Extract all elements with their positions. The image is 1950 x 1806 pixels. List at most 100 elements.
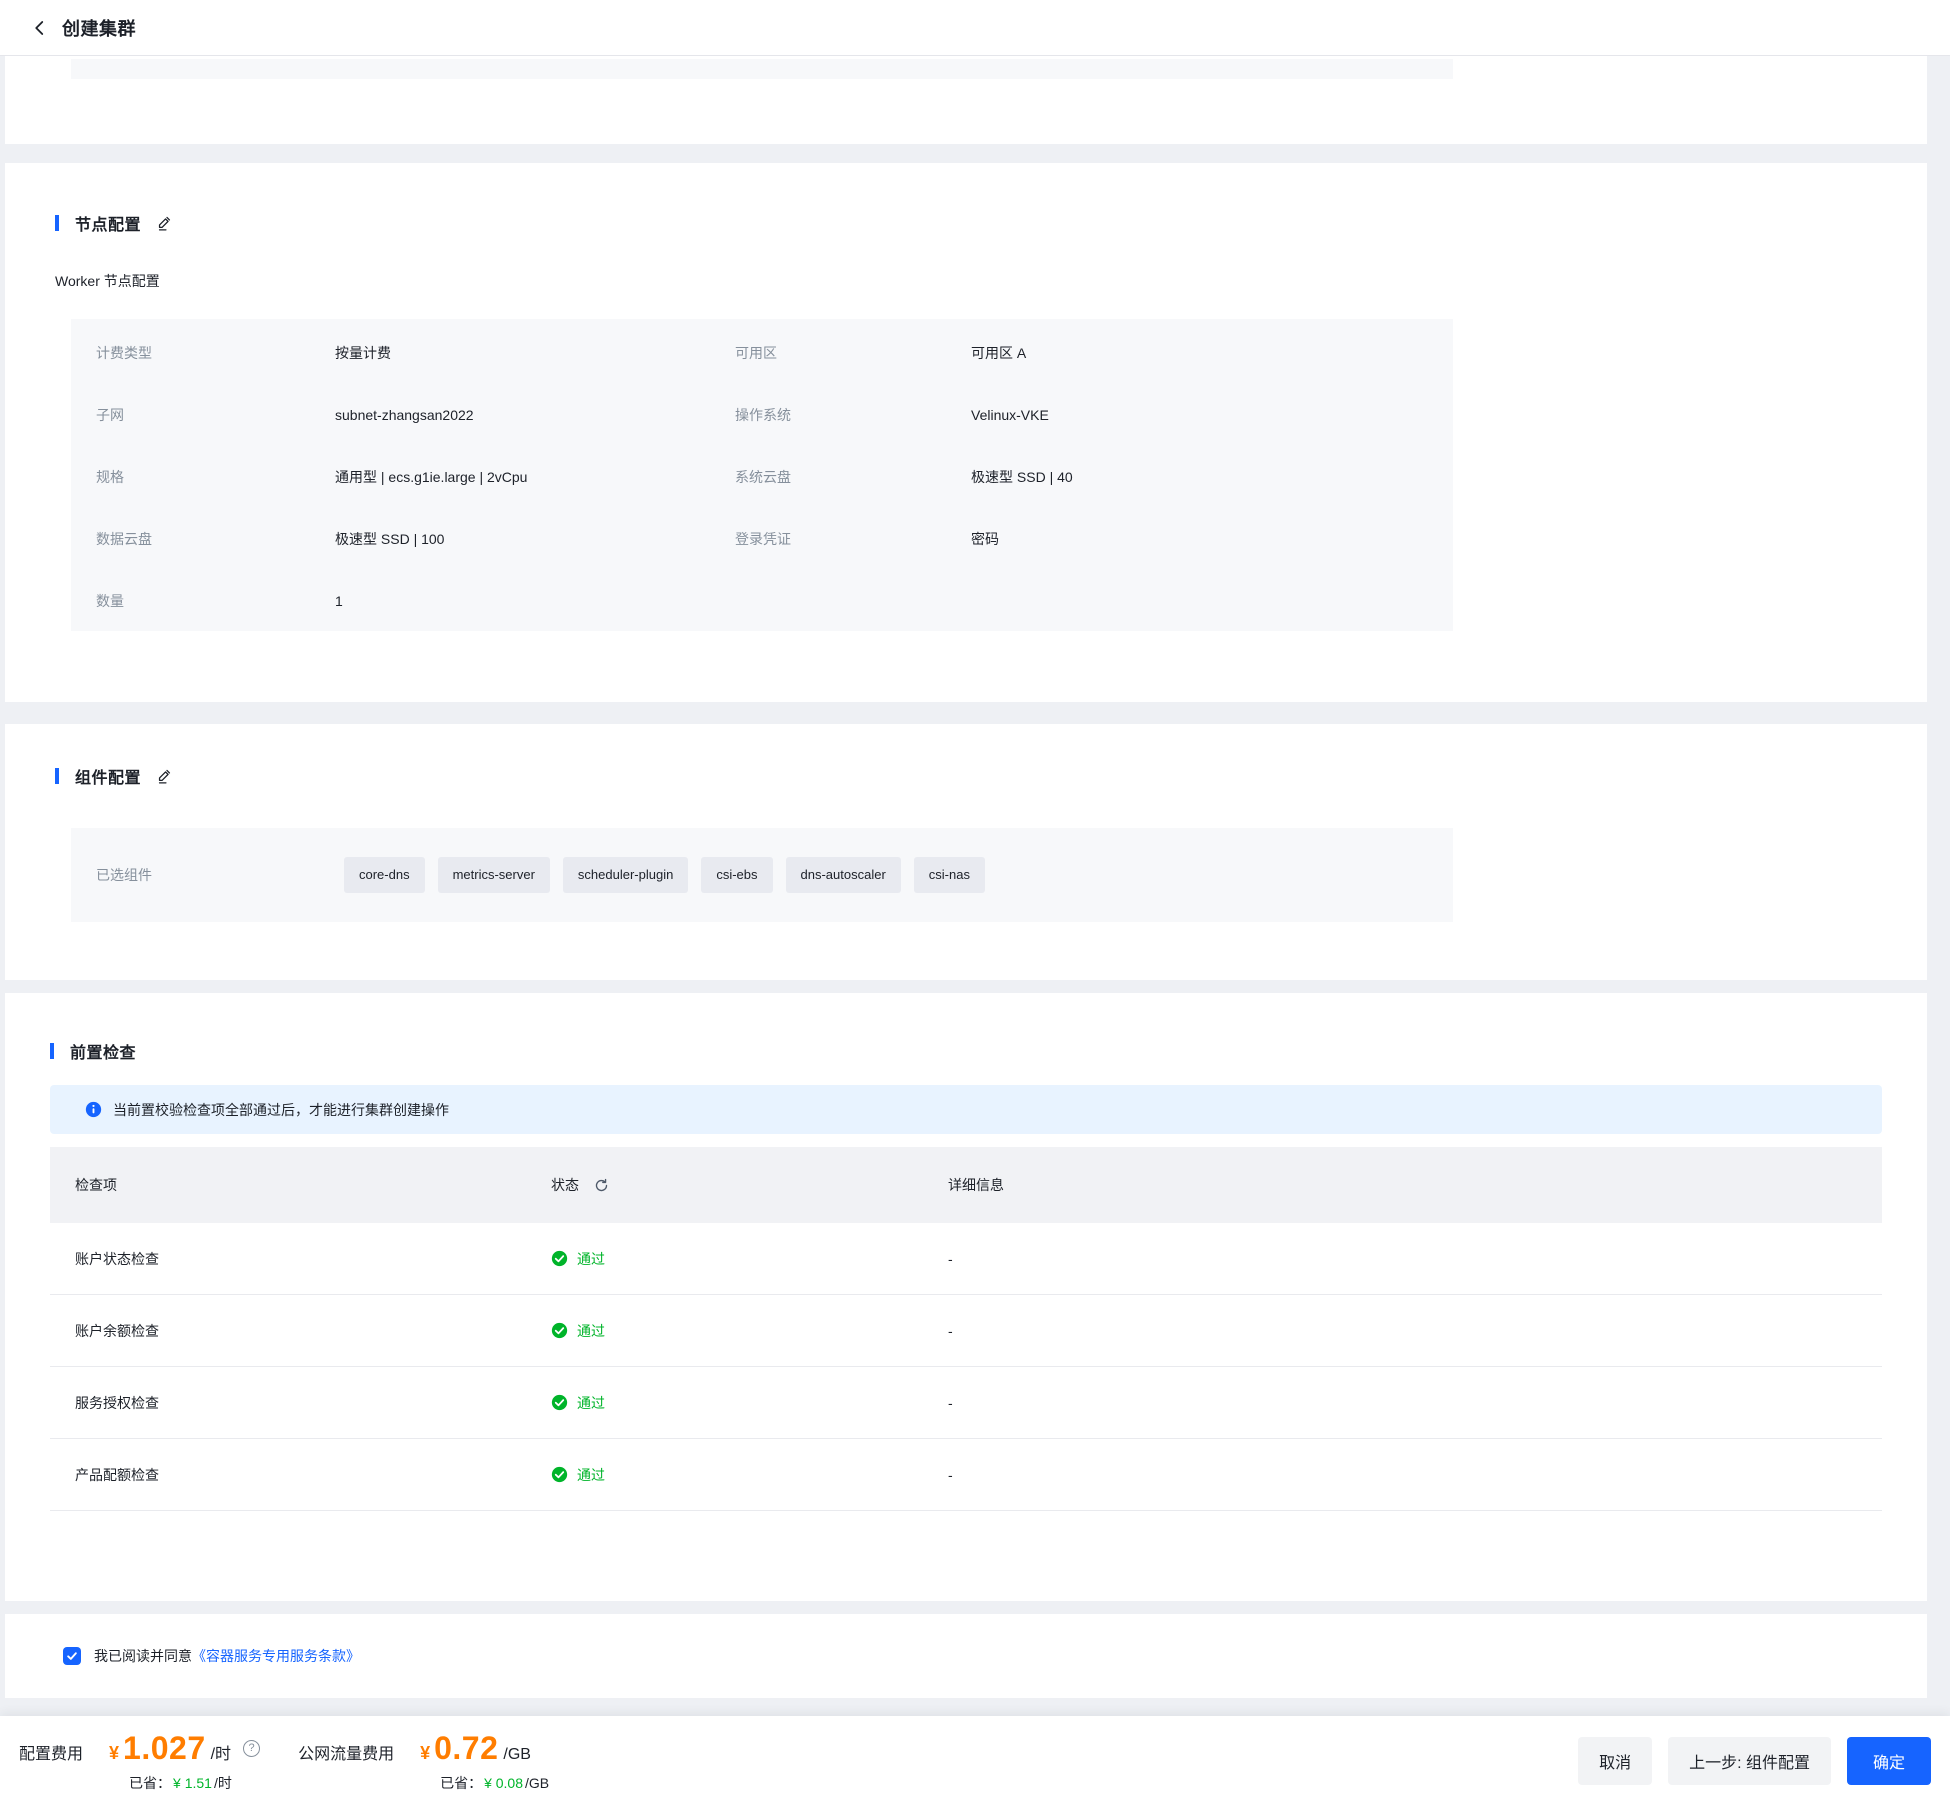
- config-row: 数据云盘 极速型 SSD | 100 登录凭证 密码: [96, 508, 1453, 570]
- section-title-component-config: 组件配置: [75, 764, 141, 788]
- field-value: 密码: [971, 529, 1453, 549]
- edit-component-config-icon[interactable]: [156, 768, 173, 785]
- page-header: 创建集群: [0, 0, 1950, 56]
- saved-prefix: 已省：: [440, 1775, 482, 1791]
- page-title: 创建集群: [62, 15, 136, 41]
- field-value: 通用型 | ecs.g1ie.large | 2vCpu: [335, 467, 735, 487]
- component-config-title-row: 组件配置: [55, 764, 1877, 788]
- card-previous-section-partial: [5, 56, 1927, 144]
- precheck-row: 服务授权检查 通过 -: [50, 1367, 1882, 1439]
- refresh-icon[interactable]: [594, 1178, 609, 1193]
- section-accent-bar: [55, 768, 59, 784]
- field-value: 极速型 SSD | 100: [335, 529, 735, 549]
- card-component-config: 组件配置 已选组件 core-dns metrics-server schedu…: [5, 724, 1927, 980]
- component-tags: core-dns metrics-server scheduler-plugin…: [344, 857, 985, 893]
- config-row: 数量 1: [96, 570, 1453, 632]
- config-fee-value: 1.027: [123, 1730, 206, 1767]
- field-value: subnet-zhangsan2022: [335, 407, 735, 423]
- traffic-fee-group: 公网流量费用 ¥ 0.72 /GB 已省：¥ 0.08/GB: [298, 1730, 549, 1793]
- footer-actions: 取消 上一步: 组件配置 确定: [1578, 1737, 1931, 1785]
- section-title-node-config: 节点配置: [75, 211, 141, 235]
- content-area: 节点配置 Worker 节点配置 计费类型 按量计费 可用区 可用区 A 子网 …: [5, 56, 1927, 1698]
- field-label: 计费类型: [96, 343, 335, 363]
- column-item: 检查项: [75, 1175, 551, 1195]
- section-title-precheck: 前置检查: [70, 1039, 136, 1063]
- terms-link[interactable]: 《容器服务专用服务条款》: [192, 1646, 360, 1666]
- column-status: 状态: [551, 1175, 579, 1195]
- config-fee-group: 配置费用 ¥ 1.027 /时 ? 已省：¥ 1.51/时: [19, 1730, 260, 1793]
- precheck-row: 账户余额检查 通过 -: [50, 1295, 1882, 1367]
- cancel-button[interactable]: 取消: [1578, 1737, 1652, 1785]
- agreement-text: 我已阅读并同意: [94, 1646, 192, 1666]
- field-value: Velinux-VKE: [971, 407, 1453, 423]
- saved-prefix: 已省：: [129, 1775, 171, 1791]
- config-fee-unit: /时: [211, 1740, 231, 1764]
- saved-amount: ¥ 0.08: [484, 1775, 523, 1791]
- field-label: 操作系统: [735, 405, 971, 425]
- back-icon[interactable]: [30, 18, 50, 38]
- component-tag: csi-nas: [914, 857, 985, 893]
- agreement-checkbox[interactable]: [63, 1647, 81, 1665]
- field-value: 按量计费: [335, 343, 735, 363]
- currency-symbol: ¥: [109, 1743, 119, 1764]
- field-value: 可用区 A: [971, 343, 1453, 363]
- info-icon: [85, 1101, 102, 1118]
- precheck-title-row: 前置检查: [50, 1039, 1882, 1063]
- card-agreement: 我已阅读并同意 《容器服务专用服务条款》: [5, 1614, 1927, 1698]
- saved-unit: /时: [214, 1775, 232, 1791]
- field-label: 系统云盘: [735, 467, 971, 487]
- precheck-row: 产品配额检查 通过 -: [50, 1439, 1882, 1511]
- worker-config-panel: 计费类型 按量计费 可用区 可用区 A 子网 subnet-zhangsan20…: [71, 319, 1453, 631]
- check-detail: -: [948, 1395, 1882, 1411]
- check-detail: -: [948, 1251, 1882, 1267]
- field-value: 1: [335, 593, 735, 609]
- check-detail: -: [948, 1323, 1882, 1339]
- check-circle-icon: [551, 1250, 568, 1267]
- footer-bar: 配置费用 ¥ 1.027 /时 ? 已省：¥ 1.51/时 公网流量费用 ¥ 0…: [0, 1716, 1950, 1806]
- node-config-title-row: 节点配置: [55, 211, 1877, 235]
- config-fee-saved: 已省：¥ 1.51/时: [109, 1773, 260, 1793]
- config-fee-label: 配置费用: [19, 1740, 83, 1764]
- edit-node-config-icon[interactable]: [156, 215, 173, 232]
- help-icon[interactable]: ?: [243, 1740, 260, 1757]
- field-value: 极速型 SSD | 40: [971, 467, 1453, 487]
- check-detail: -: [948, 1467, 1882, 1483]
- saved-unit: /GB: [525, 1775, 549, 1791]
- check-item-name: 账户余额检查: [75, 1321, 551, 1341]
- field-label: 数据云盘: [96, 529, 335, 549]
- traffic-fee-value: 0.72: [434, 1730, 498, 1767]
- traffic-fee-saved: 已省：¥ 0.08/GB: [420, 1773, 549, 1793]
- field-label: 数量: [96, 591, 335, 611]
- precheck-notice-banner: 当前置校验检查项全部通过后，才能进行集群创建操作: [50, 1085, 1882, 1134]
- field-label: 登录凭证: [735, 529, 971, 549]
- checkmark-icon: [66, 1650, 78, 1662]
- check-status: 通过: [577, 1393, 605, 1413]
- section-accent-bar: [55, 215, 59, 231]
- check-circle-icon: [551, 1394, 568, 1411]
- check-circle-icon: [551, 1466, 568, 1483]
- precheck-table-header: 检查项 状态 详细信息: [50, 1147, 1882, 1223]
- card-precheck: 前置检查 当前置校验检查项全部通过后，才能进行集群创建操作 检查项 状态 详细信…: [5, 993, 1927, 1601]
- config-row: 规格 通用型 | ecs.g1ie.large | 2vCpu 系统云盘 极速型…: [96, 446, 1453, 508]
- check-item-name: 产品配额检查: [75, 1465, 551, 1485]
- precheck-row: 账户状态检查 通过 -: [50, 1223, 1882, 1295]
- field-label: 子网: [96, 405, 335, 425]
- component-tag: core-dns: [344, 857, 425, 893]
- prev-step-button[interactable]: 上一步: 组件配置: [1668, 1737, 1831, 1785]
- component-tag: csi-ebs: [701, 857, 772, 893]
- clipped-summary-panel: [71, 59, 1453, 79]
- config-row: 计费类型 按量计费 可用区 可用区 A: [96, 322, 1453, 384]
- traffic-fee-label: 公网流量费用: [298, 1740, 394, 1764]
- check-status: 通过: [577, 1249, 605, 1269]
- confirm-button[interactable]: 确定: [1847, 1737, 1931, 1785]
- check-status: 通过: [577, 1321, 605, 1341]
- currency-symbol: ¥: [420, 1743, 430, 1764]
- precheck-table: 检查项 状态 详细信息 账户状态检查 通过 -: [50, 1147, 1882, 1511]
- worker-config-subtitle: Worker 节点配置: [55, 271, 1877, 291]
- field-label: 规格: [96, 467, 335, 487]
- section-accent-bar: [50, 1043, 54, 1059]
- component-tag: scheduler-plugin: [563, 857, 688, 893]
- precheck-notice-text: 当前置校验检查项全部通过后，才能进行集群创建操作: [113, 1100, 449, 1120]
- field-label: 可用区: [735, 343, 971, 363]
- traffic-fee-unit: /GB: [503, 1746, 531, 1764]
